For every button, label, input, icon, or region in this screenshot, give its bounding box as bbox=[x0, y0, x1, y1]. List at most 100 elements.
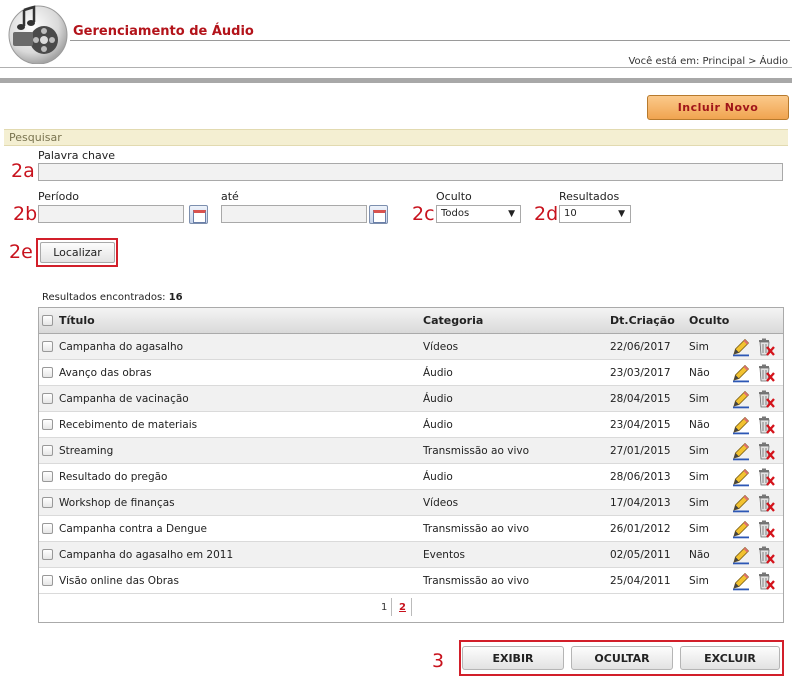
search-button[interactable]: Localizar bbox=[40, 242, 115, 263]
row-title[interactable]: Campanha de vacinação bbox=[59, 386, 189, 412]
row-date: 22/06/2017 bbox=[610, 341, 671, 353]
period-end-input[interactable] bbox=[221, 205, 367, 223]
trash-icon[interactable] bbox=[756, 493, 776, 513]
breadcrumb-current: Áudio bbox=[759, 56, 788, 67]
trash-icon[interactable] bbox=[756, 415, 776, 435]
row-checkbox[interactable] bbox=[42, 575, 53, 586]
row-hidden: Sim bbox=[689, 445, 709, 457]
row-checkbox[interactable] bbox=[42, 419, 53, 430]
row-title[interactable]: Recebimento de materiais bbox=[59, 412, 197, 438]
pencil-icon[interactable] bbox=[731, 415, 751, 435]
table-row: Campanha do agasalho Vídeos 22/06/2017 S… bbox=[39, 334, 783, 360]
page-2-current[interactable]: 2 bbox=[399, 602, 406, 613]
trash-icon[interactable] bbox=[756, 363, 776, 383]
search-section-header: Pesquisar bbox=[4, 129, 788, 146]
until-label: até bbox=[221, 190, 239, 203]
table-header: Título Categoria Dt.Criação Oculto bbox=[39, 308, 783, 334]
row-hidden: Não bbox=[689, 549, 710, 561]
pencil-icon[interactable] bbox=[731, 467, 751, 487]
trash-icon[interactable] bbox=[756, 441, 776, 461]
column-date[interactable]: Dt.Criação bbox=[610, 308, 675, 334]
select-all-checkbox[interactable] bbox=[42, 315, 53, 326]
breadcrumb-principal[interactable]: Principal bbox=[703, 56, 746, 67]
row-title[interactable]: Visão online das Obras bbox=[59, 568, 179, 594]
breadcrumb: Você está em: Principal > Áudio bbox=[628, 56, 788, 67]
trash-icon[interactable] bbox=[756, 337, 776, 357]
page-1-link[interactable]: 1 bbox=[381, 602, 387, 613]
results-label: Resultados bbox=[559, 190, 620, 203]
callout-2a: 2a bbox=[11, 160, 35, 182]
pencil-icon[interactable] bbox=[731, 571, 751, 591]
row-category: Áudio bbox=[423, 393, 453, 405]
row-date: 17/04/2013 bbox=[610, 497, 671, 509]
row-title[interactable]: Avanço das obras bbox=[59, 360, 152, 386]
add-new-button[interactable]: Incluir Novo bbox=[647, 95, 789, 120]
results-select[interactable]: 10 ▼ bbox=[559, 205, 631, 223]
row-title[interactable]: Campanha do agasalho em 2011 bbox=[59, 542, 233, 568]
page-title: Gerenciamento de Áudio bbox=[73, 24, 254, 39]
row-category: Áudio bbox=[423, 471, 453, 483]
trash-icon[interactable] bbox=[756, 467, 776, 487]
row-title[interactable]: Campanha contra a Dengue bbox=[59, 516, 207, 542]
trash-icon[interactable] bbox=[756, 389, 776, 409]
column-title[interactable]: Título bbox=[59, 308, 95, 334]
show-button[interactable]: EXIBIR bbox=[462, 646, 564, 670]
row-category: Transmissão ao vivo bbox=[423, 523, 529, 535]
results-count-label: Resultados encontrados: bbox=[42, 292, 166, 303]
row-checkbox[interactable] bbox=[42, 341, 53, 352]
row-title[interactable]: Workshop de finanças bbox=[59, 490, 175, 516]
row-checkbox[interactable] bbox=[42, 523, 53, 534]
row-checkbox[interactable] bbox=[42, 393, 53, 404]
row-checkbox[interactable] bbox=[42, 367, 53, 378]
column-hidden[interactable]: Oculto bbox=[689, 308, 729, 334]
row-hidden: Sim bbox=[689, 523, 709, 535]
row-checkbox[interactable] bbox=[42, 549, 53, 560]
breadcrumb-divider bbox=[0, 67, 792, 68]
row-title[interactable]: Streaming bbox=[59, 438, 113, 464]
pencil-icon[interactable] bbox=[731, 337, 751, 357]
app-logo bbox=[4, 2, 72, 65]
hidden-select[interactable]: Todos ▼ bbox=[436, 205, 521, 223]
calendar-icon[interactable] bbox=[189, 205, 208, 224]
pagination-divider bbox=[411, 598, 412, 616]
results-select-value: 10 bbox=[564, 208, 577, 219]
keyword-input[interactable] bbox=[38, 163, 783, 181]
trash-icon[interactable] bbox=[756, 519, 776, 539]
pagination: 1 2 bbox=[39, 594, 783, 622]
pencil-icon[interactable] bbox=[731, 493, 751, 513]
row-hidden: Sim bbox=[689, 341, 709, 353]
trash-icon[interactable] bbox=[756, 571, 776, 591]
pencil-icon[interactable] bbox=[731, 389, 751, 409]
chevron-down-icon: ▼ bbox=[508, 209, 515, 219]
trash-icon[interactable] bbox=[756, 545, 776, 565]
pencil-icon[interactable] bbox=[731, 441, 751, 461]
keyword-label: Palavra chave bbox=[38, 149, 115, 162]
row-hidden: Sim bbox=[689, 497, 709, 509]
breadcrumb-separator: > bbox=[748, 56, 757, 67]
table-row: Resultado do pregão Áudio 28/06/2013 Sim bbox=[39, 464, 783, 490]
row-date: 28/06/2013 bbox=[610, 471, 671, 483]
row-checkbox[interactable] bbox=[42, 445, 53, 456]
row-category: Áudio bbox=[423, 367, 453, 379]
row-date: 02/05/2011 bbox=[610, 549, 671, 561]
row-checkbox[interactable] bbox=[42, 497, 53, 508]
period-label: Período bbox=[38, 190, 80, 203]
pencil-icon[interactable] bbox=[731, 545, 751, 565]
row-hidden: Não bbox=[689, 367, 710, 379]
callout-2d: 2d bbox=[534, 203, 559, 225]
calendar-icon[interactable] bbox=[369, 205, 388, 224]
callout-2e: 2e bbox=[9, 241, 33, 263]
row-hidden: Não bbox=[689, 419, 710, 431]
hide-button[interactable]: OCULTAR bbox=[571, 646, 673, 670]
pencil-icon[interactable] bbox=[731, 363, 751, 383]
delete-button[interactable]: EXCLUIR bbox=[680, 646, 780, 670]
pencil-icon[interactable] bbox=[731, 519, 751, 539]
callout-2b: 2b bbox=[13, 203, 38, 225]
row-date: 26/01/2012 bbox=[610, 523, 671, 535]
period-start-input[interactable] bbox=[38, 205, 184, 223]
row-category: Transmissão ao vivo bbox=[423, 575, 529, 587]
row-title[interactable]: Campanha do agasalho bbox=[59, 334, 183, 360]
column-category[interactable]: Categoria bbox=[423, 308, 483, 334]
row-checkbox[interactable] bbox=[42, 471, 53, 482]
row-title[interactable]: Resultado do pregão bbox=[59, 464, 167, 490]
